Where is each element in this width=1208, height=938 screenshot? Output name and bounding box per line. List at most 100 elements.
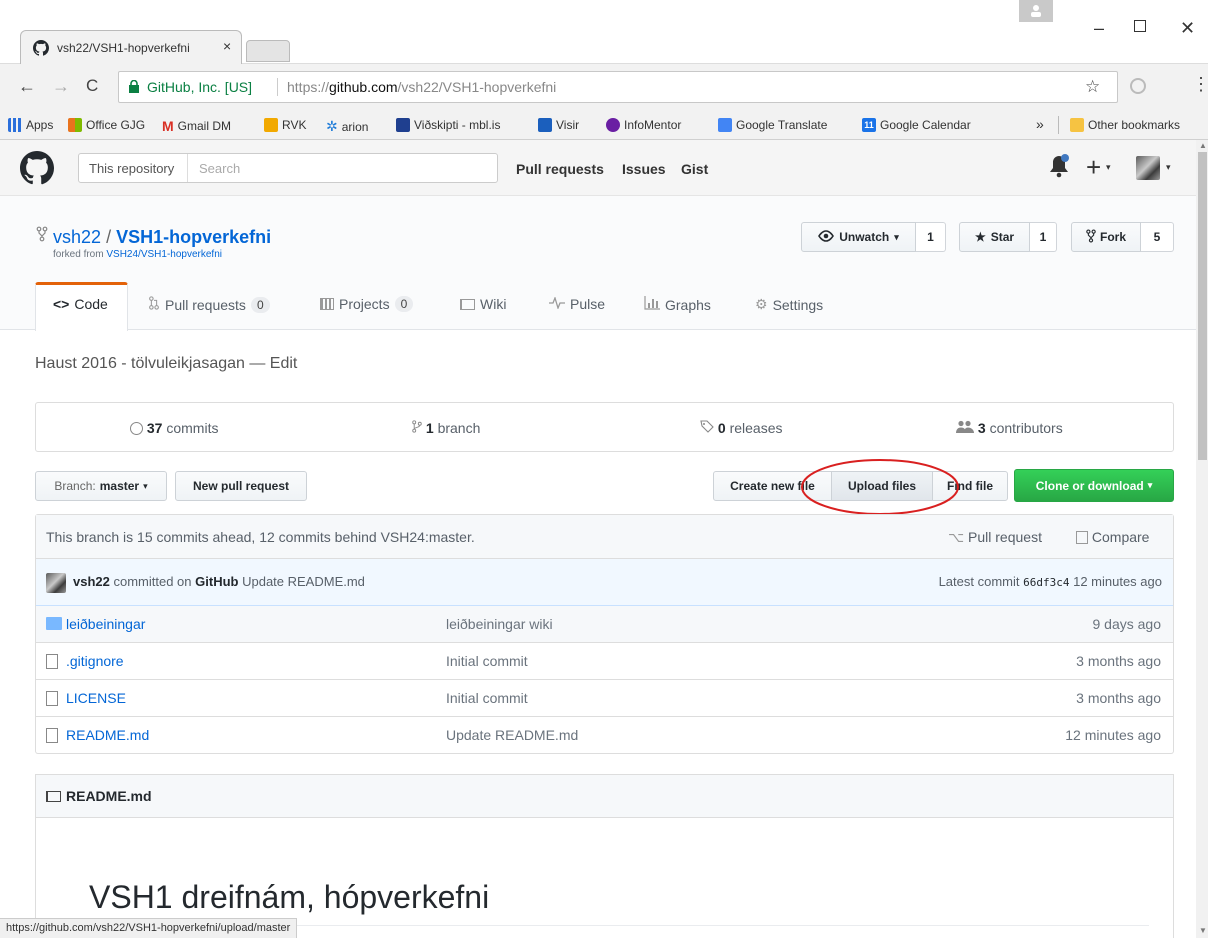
file-row[interactable]: README.md Update README.md 12 minutes ag… (35, 717, 1174, 754)
nav-gist[interactable]: Gist (681, 161, 708, 177)
fork-count[interactable]: 5 (1141, 222, 1174, 252)
file-commit-message[interactable]: leiðbeiningar wiki (446, 616, 553, 632)
star-count[interactable]: 1 (1030, 222, 1057, 252)
bookmark-label: Google Translate (736, 118, 828, 132)
bookmark-gmail[interactable]: M Gmail DM (162, 118, 231, 134)
nav-pull-requests[interactable]: Pull requests (516, 161, 604, 177)
committer-avatar[interactable] (46, 573, 66, 593)
other-bookmarks[interactable]: Other bookmarks (1070, 118, 1180, 132)
tab-pulse[interactable]: Pulse (549, 296, 605, 312)
create-new-icon[interactable]: + (1086, 152, 1101, 183)
scroll-up-arrow-icon[interactable]: ▲ (1199, 141, 1207, 150)
projects-icon (320, 298, 334, 310)
bookmark-calendar[interactable]: 11 Google Calendar (862, 118, 971, 132)
bookmark-mbl[interactable]: Viðskipti - mbl.is (396, 118, 500, 132)
new-tab-button[interactable] (246, 40, 290, 62)
bookmark-apps[interactable]: Apps (8, 118, 53, 132)
close-window-icon[interactable]: ✕ (1180, 18, 1195, 39)
branch-select-button[interactable]: Branch: master ▾ (35, 471, 167, 501)
bookmark-office[interactable]: Office GJG (68, 118, 145, 132)
visir-icon (538, 118, 552, 132)
new-pull-request-button[interactable]: New pull request (175, 471, 307, 501)
search-input[interactable]: Search (199, 161, 240, 176)
scrollbar-thumb[interactable] (1198, 152, 1207, 460)
file-name[interactable]: .gitignore (66, 653, 124, 669)
notifications-bell-icon[interactable] (1048, 154, 1070, 181)
pull-request-link[interactable]: ⌥ Pull request (948, 529, 1042, 546)
back-icon[interactable]: ← (18, 76, 36, 97)
file-commit-message[interactable]: Initial commit (446, 653, 528, 669)
branch-count[interactable]: 1 branch (412, 420, 480, 436)
bookmark-infomentor[interactable]: InfoMentor (606, 118, 681, 132)
book-icon (460, 298, 475, 310)
scroll-down-arrow-icon[interactable]: ▼ (1199, 926, 1207, 935)
contributors-count[interactable]: 3 contributors (956, 420, 1063, 436)
bookmark-visir[interactable]: Visir (538, 118, 579, 132)
file-name[interactable]: leiðbeiningar (66, 616, 145, 632)
commit-author[interactable]: vsh22 (73, 574, 110, 589)
tab-pull-requests[interactable]: Pull requests 0 (148, 296, 270, 313)
bookmark-label: Viðskipti - mbl.is (414, 118, 501, 132)
commits-label: commits (162, 420, 219, 436)
browser-tab[interactable]: vsh22/VSH1-hopverkefni × (20, 30, 242, 64)
avatar-dropdown-caret-icon[interactable]: ▾ (1166, 162, 1171, 173)
star-button[interactable]: ★ Star (959, 222, 1030, 252)
bookmark-star-icon[interactable]: ☆ (1085, 77, 1100, 97)
repo-search[interactable]: This repository Search (78, 153, 498, 183)
contributors-label: contributors (985, 420, 1063, 436)
search-scope-divider (187, 154, 188, 182)
releases-count[interactable]: 0 releases (700, 420, 783, 436)
reload-icon[interactable]: C (86, 76, 98, 96)
commit-sha[interactable]: 66df3c4 (1023, 576, 1069, 589)
file-name[interactable]: LICENSE (66, 690, 126, 706)
file-age: 9 days ago (1092, 616, 1162, 632)
github-logo-icon[interactable] (20, 151, 55, 188)
create-dropdown-caret-icon[interactable]: ▾ (1106, 162, 1111, 173)
file-row[interactable]: .gitignore Initial commit 3 months ago (35, 643, 1174, 680)
tab-close-button[interactable]: × (223, 38, 231, 54)
menu-icon[interactable]: ⋮ (1192, 74, 1208, 95)
file-row[interactable]: leiðbeiningar leiðbeiningar wiki 9 days … (35, 606, 1174, 643)
tab-settings[interactable]: ⚙ Settings (755, 296, 823, 313)
tag-icon (700, 420, 718, 436)
file-name[interactable]: README.md (66, 727, 149, 743)
compare-link[interactable]: Compare (1076, 529, 1149, 545)
status-bar-url: https://github.com/vsh22/VSH1-hopverkefn… (0, 918, 298, 938)
more-bookmarks-button[interactable]: » (1036, 116, 1044, 132)
tab-graphs[interactable]: Graphs (644, 296, 711, 313)
fork-button[interactable]: Fork (1071, 222, 1141, 252)
folder-icon (46, 617, 62, 630)
bookmark-label: Visir (556, 118, 580, 132)
bookmark-rvk[interactable]: RVK (264, 118, 306, 132)
extension-icon[interactable] (1130, 78, 1146, 94)
contributors-number: 3 (977, 420, 986, 436)
forked-from-link[interactable]: VSH24/VSH1-hopverkefni (106, 249, 222, 260)
tab-wiki[interactable]: Wiki (460, 296, 506, 312)
commit-message[interactable]: Update README.md (242, 574, 365, 589)
tab-code-label: Code (74, 296, 108, 312)
bookmark-translate[interactable]: Google Translate (718, 118, 827, 132)
branch-status-bar: This branch is 15 commits ahead, 12 comm… (36, 515, 1173, 559)
tab-projects[interactable]: Projects 0 (320, 296, 414, 312)
bookmark-divider (1058, 116, 1059, 134)
file-commit-message[interactable]: Update README.md (446, 727, 578, 743)
watch-count[interactable]: 1 (916, 222, 946, 252)
avatar[interactable] (1136, 156, 1160, 180)
unwatch-button[interactable]: Unwatch ▾ (801, 222, 916, 252)
repo-forked-icon (36, 226, 48, 245)
commits-count[interactable]: 37 commits (130, 420, 218, 436)
repo-name-link[interactable]: VSH1-hopverkefni (116, 227, 271, 247)
bookmark-arion[interactable]: ✲ arion (326, 118, 368, 135)
file-commit-message[interactable]: Initial commit (446, 690, 528, 706)
minimize-icon[interactable]: – (1094, 18, 1104, 39)
maximize-icon[interactable] (1134, 20, 1146, 32)
omnibox[interactable]: GitHub, Inc. [US] https://github.com/vsh… (118, 71, 1118, 103)
clone-or-download-button[interactable]: Clone or download ▾ (1014, 469, 1174, 502)
user-profile-icon[interactable] (1019, 0, 1053, 22)
forward-icon[interactable]: → (52, 76, 70, 97)
tab-code[interactable]: <> Code (53, 296, 108, 312)
nav-issues[interactable]: Issues (622, 161, 666, 177)
repo-owner-link[interactable]: vsh22 (53, 227, 101, 247)
lock-icon (129, 79, 139, 96)
file-row[interactable]: LICENSE Initial commit 3 months ago (35, 680, 1174, 717)
